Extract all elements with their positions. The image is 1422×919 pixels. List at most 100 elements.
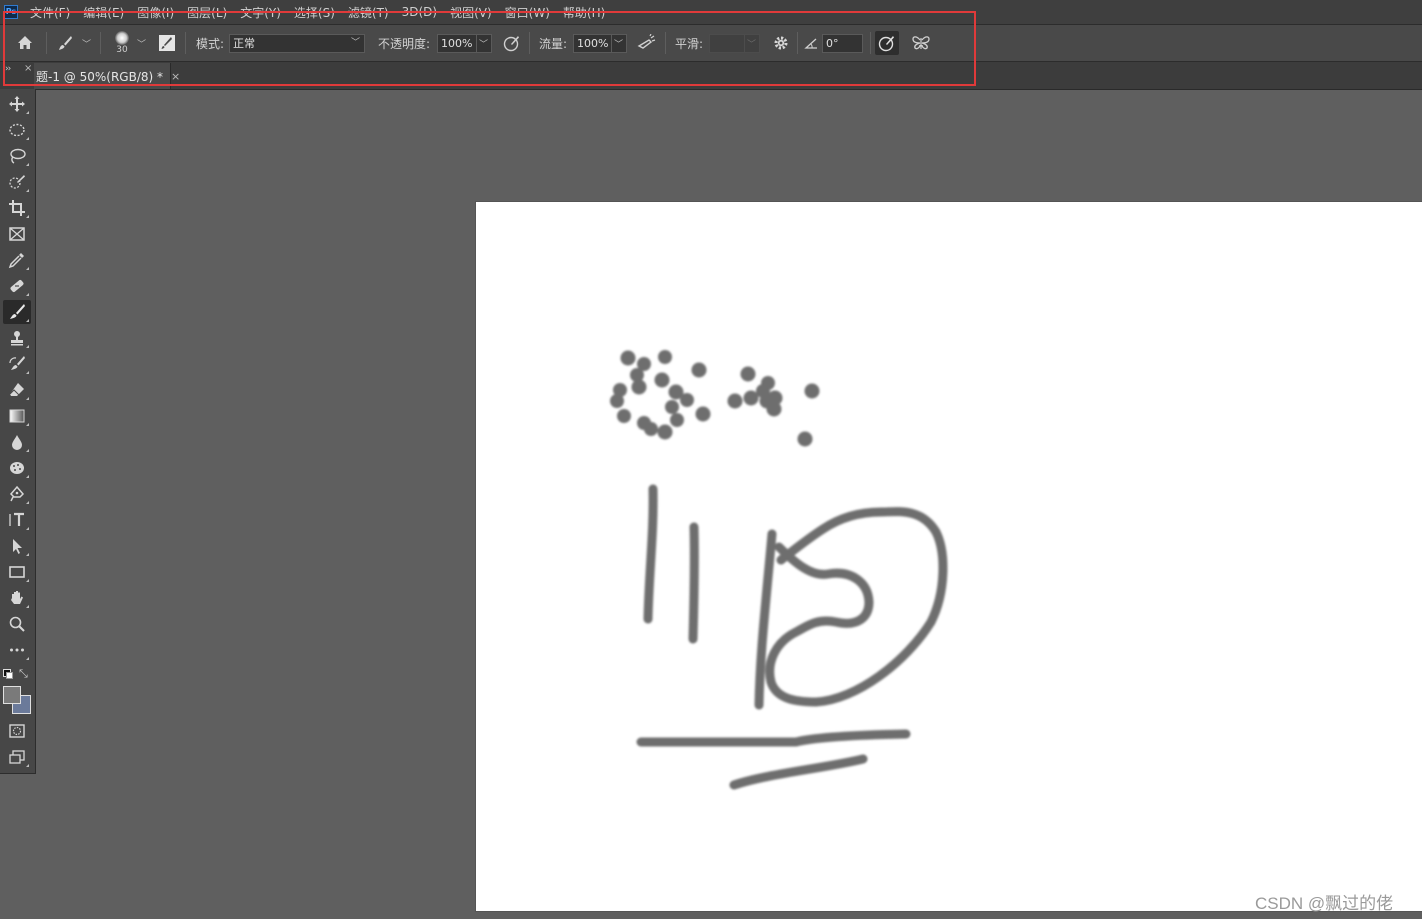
menu-filter[interactable]: 滤镜(T) [348, 4, 389, 21]
swap-colors-icon[interactable]: ⤡ [19, 667, 28, 681]
magnifier-icon [9, 616, 25, 632]
options-bar: ﹀ 30 ﹀ 模式: 正常 ﹀ 不透明度: 100% ﹀ 流量: 100% ﹀ [0, 25, 1422, 62]
tools-panel: ⤡ [0, 89, 36, 774]
marquee-tool[interactable] [3, 118, 31, 142]
menu-view[interactable]: 视图(V) [450, 4, 492, 21]
history-brush-tool[interactable] [3, 352, 31, 376]
pressure-opacity-button[interactable] [503, 25, 521, 61]
type-tool[interactable] [3, 508, 31, 532]
crop-icon [9, 200, 25, 216]
arrow-select-icon [13, 539, 22, 554]
brush-icon [10, 304, 25, 319]
menu-type[interactable]: 文字(Y) [240, 4, 281, 21]
eraser-tool[interactable] [3, 378, 31, 402]
drop-icon [12, 435, 22, 450]
bandage-icon [10, 280, 24, 292]
document-tab-title: 题-1 @ 50%(RGB/8) * [36, 69, 163, 84]
move-icon [9, 96, 25, 112]
flow-dropdown[interactable]: ﹀ [612, 33, 627, 53]
angle-icon [804, 38, 817, 49]
crop-tool[interactable] [3, 196, 31, 220]
smoothing-options-button[interactable] [772, 25, 790, 61]
airbrush-icon [637, 34, 656, 49]
screen-mode-icon [9, 750, 25, 764]
close-panel-icon[interactable]: × [24, 63, 32, 74]
sponge-icon [10, 462, 24, 474]
home-button[interactable] [14, 25, 36, 61]
opacity-dropdown[interactable]: ﹀ [477, 33, 492, 53]
lasso-icon [10, 148, 26, 164]
hand-tool[interactable] [3, 586, 31, 610]
menu-3d[interactable]: 3D(D) [402, 5, 437, 19]
quick-mask-icon [9, 724, 25, 738]
rectangle-tool[interactable] [3, 560, 31, 584]
expand-panels-icon[interactable]: ›› [5, 64, 11, 74]
angle-input[interactable]: 0° [822, 33, 863, 53]
airbrush-button[interactable] [637, 25, 657, 61]
tool-preset-picker[interactable]: ﹀ [56, 25, 91, 61]
eyedropper-tool[interactable] [3, 248, 31, 272]
menu-layer[interactable]: 图层(L) [187, 4, 227, 21]
smoothing-input[interactable] [709, 33, 745, 53]
brush-icon [59, 36, 72, 50]
pen-icon [9, 485, 25, 502]
app-logo-icon: Ps [4, 5, 18, 19]
mode-select[interactable]: 正常 ﹀ [229, 33, 365, 53]
menu-file[interactable]: 文件(F) [30, 4, 70, 21]
brush-settings-toggle[interactable] [158, 25, 176, 61]
pressure-size-icon [878, 36, 894, 52]
mode-label: 模式: [196, 36, 225, 51]
sponge-tool[interactable] [3, 456, 31, 480]
move-tool[interactable] [3, 92, 31, 116]
menu-image[interactable]: 图像(I) [137, 4, 174, 21]
flow-input[interactable]: 100% [573, 33, 612, 53]
gradient-icon [9, 409, 25, 423]
home-icon [18, 36, 32, 49]
clone-stamp-tool[interactable] [3, 326, 31, 350]
brush-preset-dropdown[interactable]: ﹀ [137, 25, 146, 61]
menu-bar: Ps 文件(F) 编辑(E) 图像(I) 图层(L) 文字(Y) 选择(S) 滤… [0, 0, 1422, 25]
brush-tool[interactable] [3, 300, 31, 324]
path-selection-tool[interactable] [3, 534, 31, 558]
chevron-down-icon: ﹀ [82, 39, 92, 50]
edit-toolbar-button[interactable] [3, 638, 31, 662]
flow-label: 流量: [539, 36, 568, 51]
lasso-tool[interactable] [3, 144, 31, 168]
pressure-size-button[interactable] [875, 25, 899, 61]
opacity-input[interactable]: 100% [437, 33, 477, 53]
eyedropper-icon [8, 253, 24, 269]
quick-selection-tool[interactable] [3, 170, 31, 194]
blur-tool[interactable] [3, 430, 31, 454]
document-tab[interactable]: 题-1 @ 50%(RGB/8) * × [34, 63, 180, 89]
pressure-opacity-icon [503, 36, 519, 52]
frame-tool[interactable] [3, 222, 31, 246]
brush-preset-picker[interactable]: 30 [112, 25, 132, 61]
document-tab-bar: 题-1 @ 50%(RGB/8) * × [0, 62, 1422, 90]
menu-edit[interactable]: 编辑(E) [83, 4, 124, 21]
symmetry-butterfly-icon [912, 36, 930, 50]
default-colors-icon[interactable] [3, 669, 13, 679]
pen-tool[interactable] [3, 482, 31, 506]
healing-brush-tool[interactable] [3, 274, 31, 298]
menu-help[interactable]: 帮助(H) [563, 4, 605, 21]
gradient-tool[interactable] [3, 404, 31, 428]
quick-selection-icon [9, 175, 25, 189]
menu-select[interactable]: 选择(S) [294, 4, 335, 21]
brush-size-value: 30 [116, 45, 128, 55]
smoothing-dropdown[interactable]: ﹀ [745, 33, 760, 53]
close-icon[interactable]: × [171, 70, 180, 83]
gear-icon [774, 36, 788, 50]
quick-mask-button[interactable] [3, 719, 31, 743]
symmetry-button[interactable] [911, 25, 931, 61]
zoom-tool[interactable] [3, 612, 31, 636]
chevron-down-icon: ﹀ [614, 39, 624, 50]
foreground-color-swatch[interactable] [3, 686, 21, 704]
eraser-icon [9, 383, 24, 396]
menu-window[interactable]: 窗口(W) [505, 4, 550, 21]
smoothing-label: 平滑: [675, 36, 704, 51]
chevron-down-icon: ﹀ [350, 37, 360, 48]
screen-mode-button[interactable] [3, 745, 31, 769]
brush-strokes [610, 350, 948, 790]
document-canvas[interactable] [476, 202, 1422, 911]
chevron-down-icon: ﹀ [137, 39, 147, 50]
